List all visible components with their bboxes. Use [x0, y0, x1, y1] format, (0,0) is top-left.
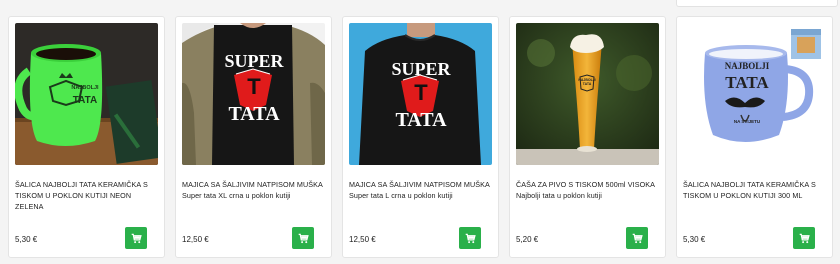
mug-text: NA SVIJETU	[733, 119, 761, 124]
beer-glass-image[interactable]: NAJBOLJI TATA	[516, 23, 659, 165]
add-to-cart-button[interactable]	[793, 227, 815, 249]
cart-icon	[131, 233, 142, 243]
cart-icon	[298, 233, 309, 243]
mug-text: TATA	[725, 73, 769, 92]
cart-icon	[799, 233, 810, 243]
shirt-text: SUPER	[224, 51, 284, 71]
product-title[interactable]: MAJICA SA ŠALJIVIM NATPISOM MUŠKA Super …	[349, 179, 492, 201]
product-title[interactable]: ŠALICA NAJBOLJI TATA KERAMIČKA S TISKOM …	[683, 179, 826, 201]
black-tshirt-blue-background-image[interactable]: SUPER T TATA	[349, 23, 492, 165]
add-to-cart-button[interactable]	[626, 227, 648, 249]
product-price: 12,50 €	[182, 235, 209, 244]
product-card[interactable]: NAJBOLJI TATA ŠALICA NAJBOLJI TATA KERAM…	[8, 16, 165, 258]
shirt-text: SUPER	[391, 59, 451, 79]
add-to-cart-button[interactable]	[459, 227, 481, 249]
product-price: 5,20 €	[516, 235, 539, 244]
mug-text: NAJBOLJI	[724, 61, 770, 71]
product-title[interactable]: ČAŠA ZA PIVO S TISKOM 500ml VISOKA Najbo…	[516, 179, 659, 201]
mug-text: NAJBOLJI	[71, 85, 99, 91]
shirt-text: T	[414, 80, 428, 105]
product-price: 12,50 €	[349, 235, 376, 244]
shirt-text: TATA	[395, 109, 447, 131]
shirt-text: TATA	[228, 103, 280, 125]
blue-mug-image[interactable]: NAJBOLJI TATA NA SVIJETU	[683, 23, 826, 165]
product-card[interactable]: NAJBOLJI TATA NA SVIJETU ŠALICA NAJBOLJI…	[676, 16, 833, 258]
black-tshirt-jacket-image[interactable]: SUPER T TATA	[182, 23, 325, 165]
mug-text: TATA	[72, 95, 98, 106]
product-card[interactable]: SUPER T TATA MAJICA SA ŠALJIVIM NATPISOM…	[175, 16, 332, 258]
shirt-text: T	[247, 74, 261, 99]
product-title[interactable]: ŠALICA NAJBOLJI TATA KERAMIČKA S TISKOM …	[15, 179, 158, 212]
product-price: 5,30 €	[683, 235, 706, 244]
neon-green-mug-image[interactable]: NAJBOLJI TATA	[15, 23, 158, 165]
cart-icon	[632, 233, 643, 243]
add-to-cart-button[interactable]	[125, 227, 147, 249]
glass-text: NAJBOLJI TATA	[578, 78, 596, 86]
add-to-cart-button[interactable]	[292, 227, 314, 249]
product-title[interactable]: MAJICA SA ŠALJIVIM NATPISOM MUŠKA Super …	[182, 179, 325, 201]
product-card[interactable]: SUPER T TATA MAJICA SA ŠALJIVIM NATPISOM…	[342, 16, 499, 258]
product-card[interactable]: NAJBOLJI TATA ČAŠA ZA PIVO S TISKOM 500m…	[509, 16, 666, 258]
product-price: 5,30 €	[15, 235, 38, 244]
top-dropdown-edge	[676, 0, 838, 7]
cart-icon	[465, 233, 476, 243]
